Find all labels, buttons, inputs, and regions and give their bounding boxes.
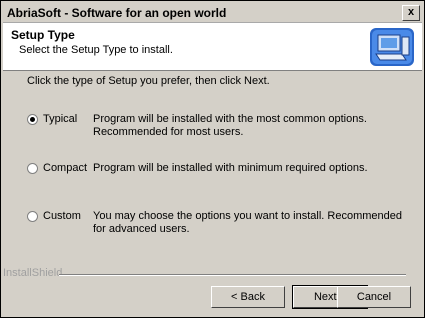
custom-description: You may choose the options you want to i… — [93, 210, 402, 235]
typical-radio[interactable] — [27, 114, 38, 125]
page-subtitle: Select the Setup Type to install. — [19, 44, 173, 56]
setup-type-body: Click the type of Setup you prefer, then… — [3, 71, 422, 271]
compact-description: Program will be installed with minimum r… — [93, 162, 368, 174]
compact-radio[interactable] — [27, 163, 38, 174]
instruction-text: Click the type of Setup you prefer, then… — [27, 75, 270, 87]
title-bar[interactable]: AbriaSoft - Software for an open world x — [3, 3, 422, 23]
footer-divider — [59, 274, 406, 276]
compact-label[interactable]: Compact — [43, 162, 87, 174]
header-panel: Setup Type Select the Setup Type to inst… — [3, 23, 422, 71]
custom-label[interactable]: Custom — [43, 210, 81, 222]
setup-dialog: AbriaSoft - Software for an open world x… — [0, 0, 425, 318]
back-button[interactable]: < Back — [211, 286, 285, 308]
typical-label[interactable]: Typical — [43, 113, 77, 125]
cancel-button[interactable]: Cancel — [337, 286, 411, 308]
installshield-brand: InstallShield — [3, 267, 63, 279]
close-button[interactable]: x — [402, 5, 420, 21]
window-title: AbriaSoft - Software for an open world — [7, 6, 227, 20]
custom-radio[interactable] — [27, 211, 38, 222]
page-title: Setup Type — [11, 28, 75, 42]
typical-description: Program will be installed with the most … — [93, 113, 367, 138]
computer-setup-icon — [370, 28, 414, 66]
